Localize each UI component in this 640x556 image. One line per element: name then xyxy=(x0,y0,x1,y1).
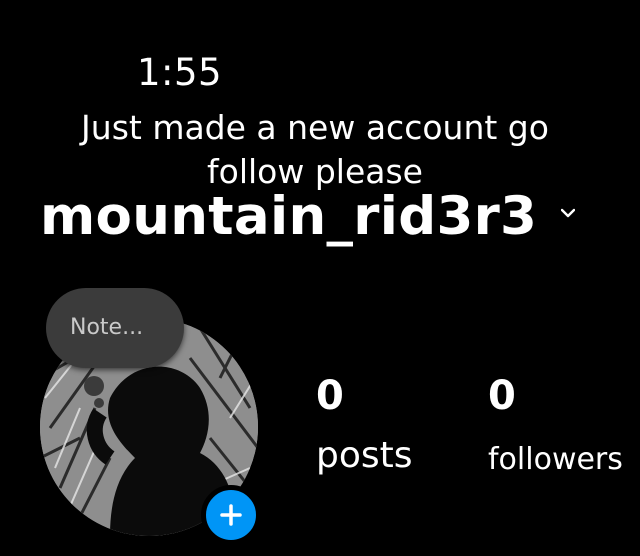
followers-count: 0 xyxy=(488,373,516,419)
note-bubble[interactable]: Note... xyxy=(46,288,184,368)
posts-stat[interactable]: 0 posts xyxy=(316,372,413,478)
add-story-button[interactable] xyxy=(201,485,261,545)
status-time: 1:55 xyxy=(137,51,223,94)
followers-label: followers xyxy=(488,442,623,477)
posts-label: posts xyxy=(316,435,413,476)
plus-icon xyxy=(220,504,242,526)
followers-stat[interactable]: 0 followers xyxy=(488,372,623,482)
username-switcher[interactable]: mountain_rid3r3 xyxy=(40,184,576,248)
note-bubble-tail-small xyxy=(94,398,104,408)
chevron-down-icon xyxy=(561,208,576,218)
caption-text: Just made a new account go follow please xyxy=(81,108,549,191)
posts-count: 0 xyxy=(316,373,344,419)
note-bubble-tail xyxy=(84,376,104,396)
username: mountain_rid3r3 xyxy=(40,185,538,247)
note-placeholder: Note... xyxy=(70,315,144,340)
